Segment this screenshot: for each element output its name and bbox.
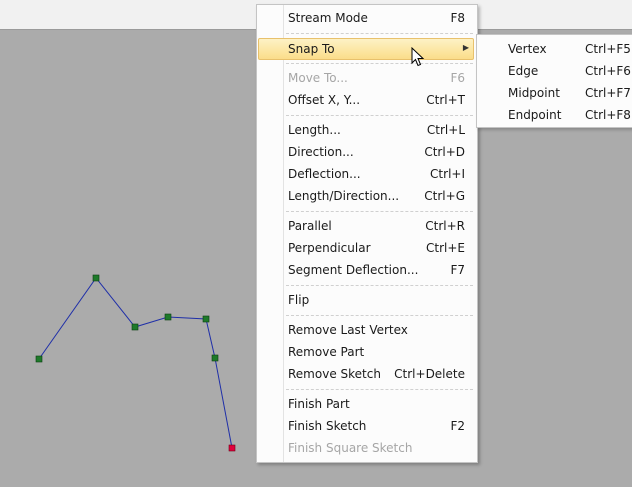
menu-item-shortcut: F7 xyxy=(450,263,465,277)
menu-item-perpendicular[interactable]: Perpendicular Ctrl+E xyxy=(259,238,473,260)
context-menu: Stream Mode F8 Snap To ▶ Move To... F6 O… xyxy=(256,4,478,463)
menu-separator xyxy=(286,389,473,390)
sketch-vertex xyxy=(131,323,139,331)
menu-item-length-direction[interactable]: Length/Direction... Ctrl+G xyxy=(259,186,473,208)
menu-separator xyxy=(286,315,473,316)
menu-item-label: Length/Direction... xyxy=(288,189,400,203)
menu-separator xyxy=(286,63,473,64)
menu-item-flip[interactable]: Flip xyxy=(259,290,473,312)
menu-item-deflection[interactable]: Deflection... Ctrl+I xyxy=(259,164,473,186)
menu-item-label: Finish Sketch xyxy=(288,419,367,433)
menu-item-label: Deflection... xyxy=(288,167,361,181)
menu-item-label: Remove Part xyxy=(288,345,365,359)
menu-item-finish-square-sketch: Finish Square Sketch xyxy=(259,438,473,460)
menu-item-remove-last-vertex[interactable]: Remove Last Vertex xyxy=(259,320,473,342)
submenu-item-label: Endpoint xyxy=(508,108,562,122)
menu-item-label: Segment Deflection... xyxy=(288,263,419,277)
menu-item-shortcut: Ctrl+G xyxy=(424,189,465,203)
snap-to-submenu: Vertex Ctrl+F5 Edge Ctrl+F6 Midpoint Ctr… xyxy=(476,34,632,128)
sketch-polyline xyxy=(38,277,233,449)
sketch-vertex xyxy=(35,355,43,363)
menu-separator xyxy=(286,211,473,212)
sketch-vertex xyxy=(164,313,172,321)
menu-item-label: Parallel xyxy=(288,219,332,233)
menu-item-label: Perpendicular xyxy=(288,241,371,255)
menu-item-shortcut: Ctrl+D xyxy=(424,145,465,159)
submenu-item-label: Edge xyxy=(508,64,539,78)
menu-item-label: Remove Last Vertex xyxy=(288,323,408,337)
menu-separator xyxy=(286,285,473,286)
menu-item-label: Finish Square Sketch xyxy=(288,441,413,455)
menu-item-shortcut: F6 xyxy=(450,71,465,85)
menu-item-snap-to[interactable]: Snap To ▶ xyxy=(258,38,474,60)
menu-item-shortcut: Ctrl+T xyxy=(426,93,465,107)
menu-separator xyxy=(286,33,473,34)
menu-item-label: Stream Mode xyxy=(288,11,368,25)
submenu-item-shortcut: Ctrl+F5 xyxy=(585,42,631,56)
menu-item-parallel[interactable]: Parallel Ctrl+R xyxy=(259,216,473,238)
menu-item-label: Offset X, Y... xyxy=(288,93,361,107)
menu-item-label: Finish Part xyxy=(288,397,350,411)
sketch-vertex xyxy=(92,274,100,282)
submenu-item-label: Vertex xyxy=(508,42,547,56)
menu-item-label: Length... xyxy=(288,123,341,137)
triangle-right-icon: ▶ xyxy=(462,43,469,52)
sketch-vertex xyxy=(211,354,219,362)
sketch-last-vertex xyxy=(228,444,236,452)
sketch-vertex xyxy=(202,315,210,323)
menu-item-segment-deflection[interactable]: Segment Deflection... F7 xyxy=(259,260,473,282)
menu-separator xyxy=(286,115,473,116)
submenu-item-shortcut: Ctrl+F6 xyxy=(585,64,631,78)
menu-item-shortcut: Ctrl+Delete xyxy=(394,367,465,381)
menu-item-shortcut: F8 xyxy=(450,11,465,25)
submenu-item-midpoint[interactable]: Midpoint Ctrl+F7 xyxy=(477,82,632,104)
menu-item-label: Remove Sketch xyxy=(288,367,381,381)
menu-item-direction[interactable]: Direction... Ctrl+D xyxy=(259,142,473,164)
menu-item-shortcut: Ctrl+L xyxy=(426,123,465,137)
submenu-item-shortcut: Ctrl+F7 xyxy=(585,86,631,100)
menu-item-move-to: Move To... F6 xyxy=(259,68,473,90)
submenu-item-vertex[interactable]: Vertex Ctrl+F5 xyxy=(477,38,632,60)
arrow-cursor-icon xyxy=(411,47,425,67)
menu-item-label: Flip xyxy=(288,293,310,307)
menu-item-offset-xy[interactable]: Offset X, Y... Ctrl+T xyxy=(259,90,473,112)
menu-item-shortcut: Ctrl+R xyxy=(425,219,465,233)
menu-item-length[interactable]: Length... Ctrl+L xyxy=(259,120,473,142)
menu-item-label: Direction... xyxy=(288,145,354,159)
menu-item-label: Move To... xyxy=(288,71,348,85)
menu-item-shortcut: F2 xyxy=(450,419,465,433)
menu-item-finish-part[interactable]: Finish Part xyxy=(259,394,473,416)
submenu-item-shortcut: Ctrl+F8 xyxy=(585,108,631,122)
submenu-item-edge[interactable]: Edge Ctrl+F6 xyxy=(477,60,632,82)
menu-item-remove-sketch[interactable]: Remove Sketch Ctrl+Delete xyxy=(259,364,473,386)
menu-item-label: Snap To xyxy=(288,42,335,56)
menu-item-remove-part[interactable]: Remove Part xyxy=(259,342,473,364)
submenu-item-endpoint[interactable]: Endpoint Ctrl+F8 xyxy=(477,104,632,126)
menu-item-finish-sketch[interactable]: Finish Sketch F2 xyxy=(259,416,473,438)
menu-item-stream-mode[interactable]: Stream Mode F8 xyxy=(259,8,473,30)
menu-item-shortcut: Ctrl+I xyxy=(430,167,465,181)
submenu-item-label: Midpoint xyxy=(508,86,560,100)
menu-item-shortcut: Ctrl+E xyxy=(426,241,465,255)
